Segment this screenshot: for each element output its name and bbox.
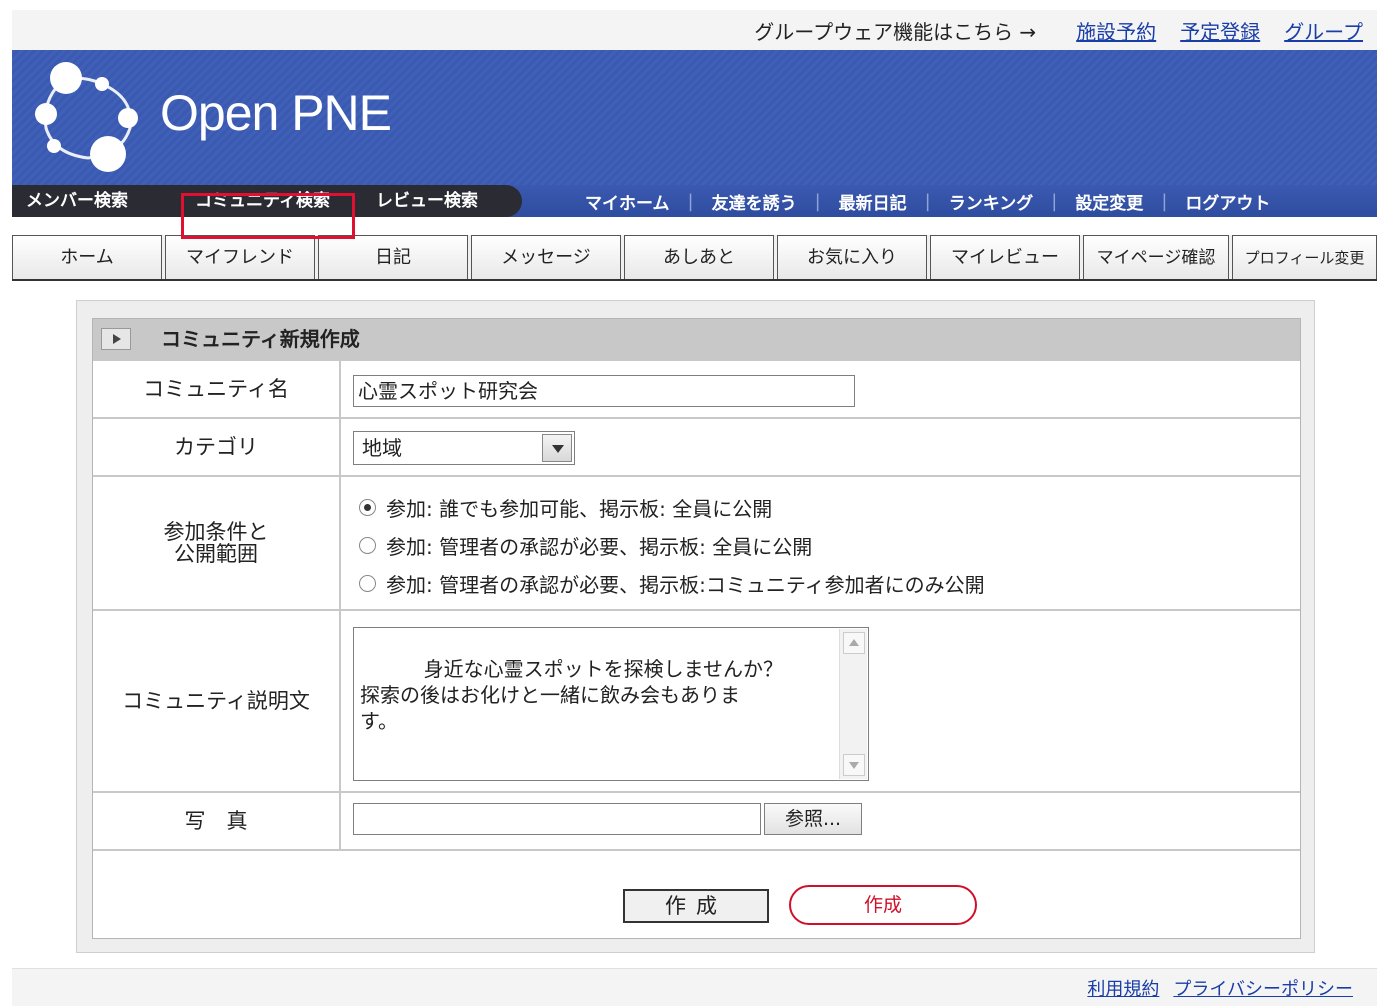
- row-join-conditions: 参加条件と 公開範囲 参加: 誰でも参加可能、掲示板: 全員に公開 参加: 管理…: [93, 475, 1300, 609]
- row-submit: 作成 作成: [93, 849, 1300, 938]
- condition-option-2[interactable]: 参加: 管理者の承認が必要、掲示板: 全員に公開: [359, 531, 812, 560]
- description-label: コミュニティ説明文: [93, 611, 341, 791]
- scroll-down-icon[interactable]: [843, 754, 865, 776]
- footer-terms-link[interactable]: 利用規約: [1087, 975, 1159, 1001]
- site-header: Open PNE: [12, 50, 1377, 185]
- description-text: 身近な心霊スポットを探検しませんか？ 探索の後はお化けと一緒に飲み会もありま す…: [360, 657, 783, 733]
- groupware-link-group[interactable]: グループ: [1284, 16, 1363, 45]
- join-conditions-label-line1: 参加条件と: [163, 519, 269, 544]
- scroll-up-icon[interactable]: [843, 632, 865, 654]
- community-name-label: コミュニティ名: [93, 361, 341, 417]
- chevron-down-icon[interactable]: [542, 434, 572, 462]
- groupware-lead-text: グループウェア機能はこちら →: [754, 19, 1037, 44]
- description-textarea[interactable]: 身近な心霊スポットを探検しませんか？ 探索の後はお化けと一緒に飲み会もありま す…: [353, 627, 869, 781]
- nav-latest-diary[interactable]: 最新日記: [821, 189, 925, 214]
- photo-file-input[interactable]: [353, 803, 761, 835]
- form-header-arrow-icon: [101, 328, 131, 350]
- form-title: コミュニティ新規作成: [161, 327, 360, 351]
- radio-selected-icon[interactable]: [359, 499, 376, 516]
- site-footer: 利用規約 プライバシーポリシー: [12, 968, 1377, 1006]
- nav-ranking[interactable]: ランキング: [931, 189, 1052, 214]
- row-community-name: コミュニティ名 心霊スポット研究会: [93, 359, 1300, 417]
- tab-diary[interactable]: 日記: [318, 235, 468, 279]
- nav-invite-friends[interactable]: 友達を誘う: [694, 189, 815, 214]
- condition-option-2-label: 参加: 管理者の承認が必要、掲示板: 全員に公開: [386, 535, 813, 559]
- tab-profile-edit[interactable]: プロフィール変更: [1232, 235, 1377, 279]
- tab-my-friends[interactable]: マイフレンド: [165, 235, 315, 279]
- groupware-link-schedule[interactable]: 予定登録: [1180, 16, 1260, 45]
- highlight-annotation-box: [181, 193, 355, 239]
- tab-home[interactable]: ホーム: [12, 235, 162, 279]
- nav-logout[interactable]: ログアウト: [1167, 189, 1288, 214]
- row-description: コミュニティ説明文 身近な心霊スポットを探検しませんか？ 探索の後はお化けと一緒…: [93, 609, 1300, 791]
- photo-label: 写 真: [93, 793, 341, 849]
- create-callout-annotation: 作成: [789, 885, 977, 925]
- category-label: カテゴリ: [93, 419, 341, 475]
- community-create-form: コミュニティ新規作成 コミュニティ名 心霊スポット研究会 カテゴリ 地域 参加条…: [92, 318, 1301, 939]
- footer-privacy-link[interactable]: プライバシーポリシー: [1173, 975, 1353, 1001]
- condition-option-1[interactable]: 参加: 誰でも参加可能、掲示板: 全員に公開: [359, 493, 772, 522]
- row-photo: 写 真 参照...: [93, 791, 1300, 849]
- community-create-panel: コミュニティ新規作成 コミュニティ名 心霊スポット研究会 カテゴリ 地域 参加条…: [76, 300, 1315, 953]
- community-name-input[interactable]: 心霊スポット研究会: [353, 375, 855, 407]
- tab-footprints[interactable]: あしあと: [624, 235, 774, 279]
- tab-favorites[interactable]: お気に入り: [777, 235, 927, 279]
- description-scrollbar[interactable]: [839, 629, 867, 779]
- site-logo-text[interactable]: Open PNE: [160, 84, 392, 142]
- radio-unselected-icon[interactable]: [359, 575, 376, 592]
- category-select[interactable]: 地域: [353, 431, 575, 465]
- nav-review-search[interactable]: レビュー検索: [376, 185, 478, 217]
- openpne-logo-icon[interactable]: [24, 58, 154, 178]
- sub-nav-tabs: ホーム マイフレンド 日記 メッセージ あしあと お気に入り マイレビュー マイ…: [12, 235, 1377, 281]
- groupware-link-facility[interactable]: 施設予約: [1076, 16, 1156, 45]
- condition-option-1-label: 参加: 誰でも参加可能、掲示板: 全員に公開: [386, 497, 773, 521]
- tab-messages[interactable]: メッセージ: [471, 235, 621, 279]
- create-button[interactable]: 作成: [623, 889, 769, 923]
- browse-button[interactable]: 参照...: [764, 803, 862, 835]
- groupware-bar: グループウェア機能はこちら → 施設予約 予定登録 グループ: [12, 10, 1377, 50]
- join-conditions-label-line2: 公開範囲: [174, 542, 258, 566]
- condition-option-3-label: 参加: 管理者の承認が必要、掲示板:コミュニティ参加者にのみ公開: [386, 573, 985, 597]
- nav-settings[interactable]: 設定変更: [1057, 189, 1161, 214]
- row-category: カテゴリ 地域: [93, 417, 1300, 475]
- nav-member-search[interactable]: メンバー検索: [26, 185, 128, 217]
- nav-my-home[interactable]: マイホーム: [567, 189, 688, 214]
- form-header: コミュニティ新規作成: [93, 319, 1300, 359]
- condition-option-3[interactable]: 参加: 管理者の承認が必要、掲示板:コミュニティ参加者にのみ公開: [359, 569, 985, 598]
- tab-mypage-preview[interactable]: マイページ確認: [1083, 235, 1229, 279]
- category-selected-value: 地域: [362, 436, 402, 460]
- radio-unselected-icon[interactable]: [359, 537, 376, 554]
- join-conditions-label: 参加条件と 公開範囲: [93, 477, 341, 609]
- tab-my-reviews[interactable]: マイレビュー: [930, 235, 1080, 279]
- global-nav-right: マイホーム | 友達を誘う | 最新日記 | ランキング | 設定変更 | ログ…: [567, 185, 1288, 217]
